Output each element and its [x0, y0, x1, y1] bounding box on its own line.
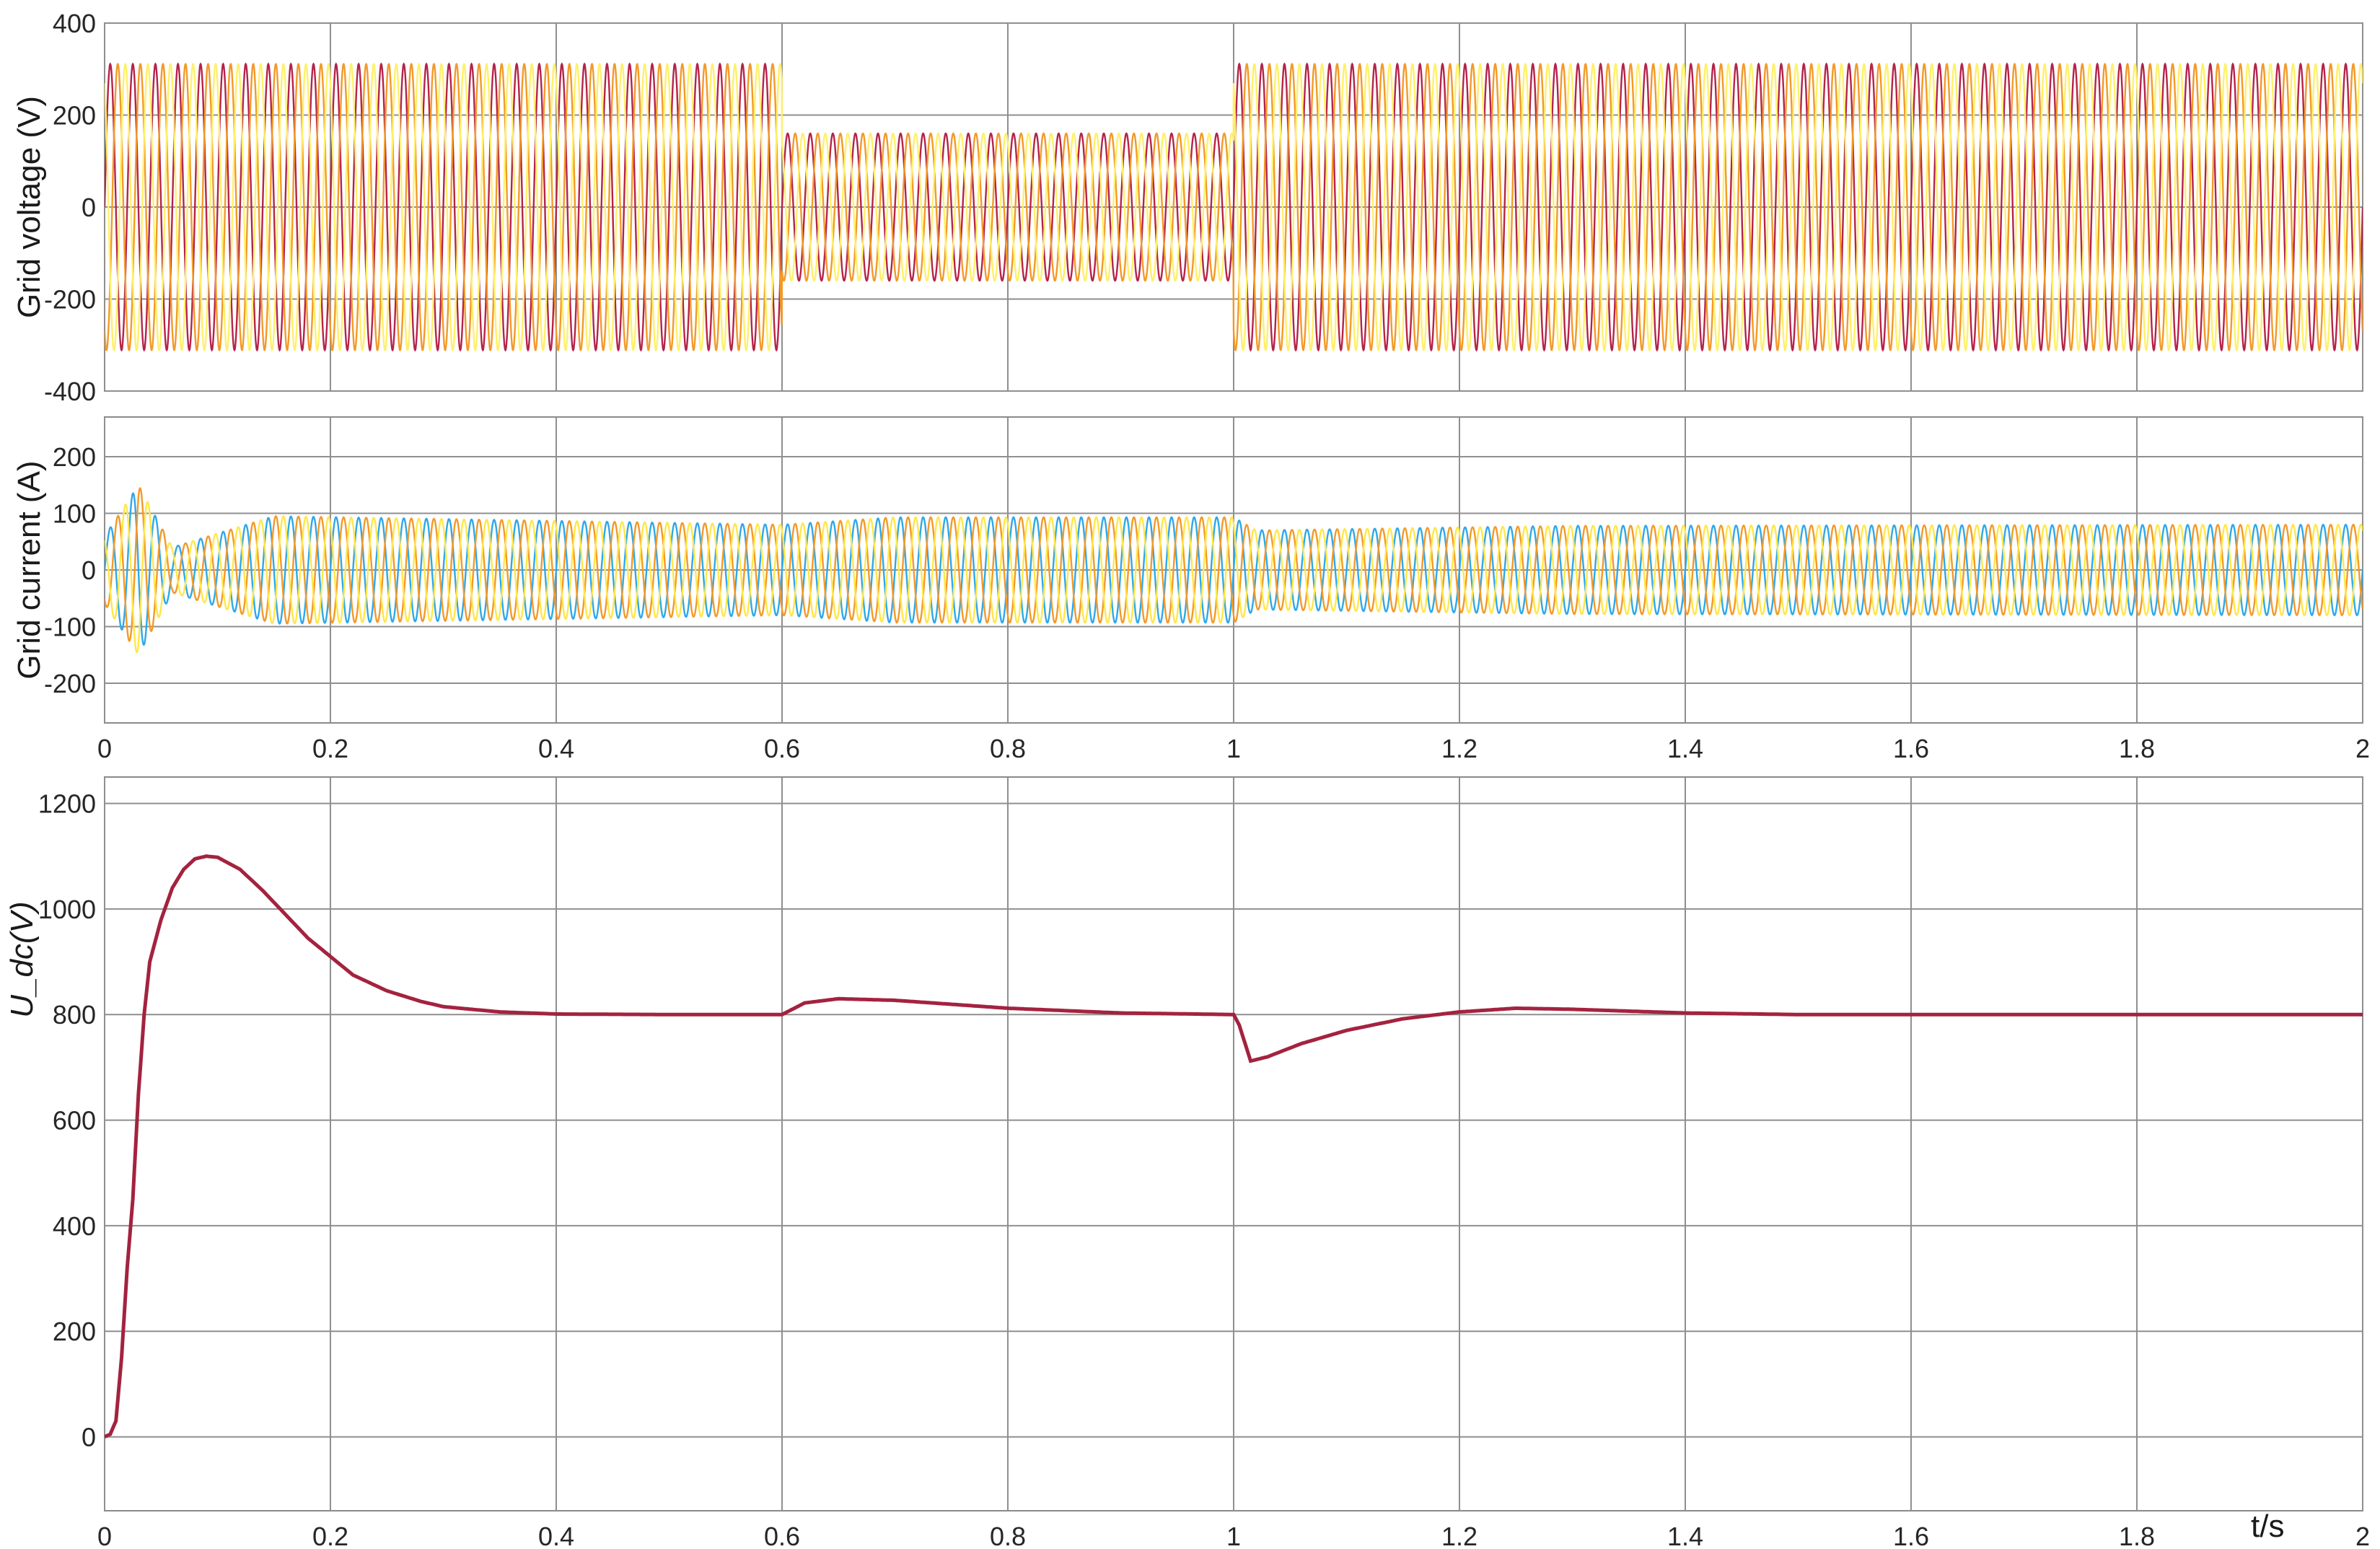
current-x-tick-label: 0.2	[312, 734, 348, 763]
current-y-tick-label: -100	[44, 613, 96, 642]
current-y-tick-label: 200	[53, 442, 96, 472]
current-x-tick-label: 0.4	[538, 734, 574, 763]
voltage-y-ticks: 400 200 0 -200 -400	[44, 9, 96, 406]
dc-voltage-y-tick-label: 600	[53, 1106, 96, 1136]
dc-voltage-x-tick-label: 1	[1226, 1522, 1241, 1549]
dc-voltage-y-tick-label: 800	[53, 1000, 96, 1030]
current-x-tick-label: 1.2	[1441, 734, 1477, 763]
current-x-tick-label: 1	[1226, 734, 1241, 763]
voltage-y-tick-label: 400	[53, 9, 96, 38]
dc-voltage-x-tick-label: 1.4	[1667, 1522, 1703, 1549]
current-x-tick-label: 1.6	[1893, 734, 1929, 763]
current-x-tick-label: 1.8	[2119, 734, 2155, 763]
voltage-y-tick-label: -400	[44, 377, 96, 406]
current-y-ticks: 200 100 0 -100 -200	[44, 442, 96, 698]
dc-voltage-y-tick-label: 200	[53, 1317, 96, 1346]
current-y-axis-label: Grid current (A)	[12, 460, 47, 679]
current-y-tick-label: -200	[44, 669, 96, 698]
dc-voltage-x-tick-label: 0.4	[538, 1522, 574, 1549]
current-panel: 200 100 0 -100 -200 0 0.2 0.4 0.6 0.8 1 1.2 1.4 1.6 1…	[12, 416, 2370, 763]
dc-voltage-x-tick-label: 2	[2355, 1522, 2370, 1549]
current-x-tick-label: 1.4	[1667, 734, 1703, 763]
dc-voltage-y-tick-label: 0	[82, 1423, 96, 1452]
dc-voltage-x-tick-label: 1.8	[2119, 1522, 2155, 1549]
current-y-tick-label: 100	[53, 499, 96, 528]
dc-voltage-y-axis-label: U_dc(V)	[4, 901, 40, 1017]
dc-voltage-x-tick-label: 0.6	[764, 1522, 800, 1549]
voltage-panel: 400 200 0 -200 -400 Grid voltage (V)	[12, 9, 2363, 406]
dc-voltage-x-ticks: 0 0.2 0.4 0.6 0.8 1 1.2 1.4 1.6 1.8 2	[97, 1522, 2370, 1549]
dc-voltage-y-ticks: 1200 1000 800 600 400 200 0	[38, 789, 96, 1452]
voltage-y-tick-label: 200	[53, 101, 96, 131]
voltage-y-axis-label: Grid voltage (V)	[12, 96, 47, 318]
current-x-tick-label: 0	[97, 734, 112, 763]
figure: 4002000-200-400 Grid voltage (V) 2001000…	[4, 9, 2370, 1549]
dc-voltage-x-axis-label: t/s	[2251, 1509, 2284, 1544]
current-y-tick-label: 0	[82, 556, 96, 585]
dc-voltage-x-tick-label: 0.8	[990, 1522, 1026, 1549]
dc-voltage-x-tick-label: 0.2	[312, 1522, 348, 1549]
current-x-tick-label: 0.8	[990, 734, 1026, 763]
dc-voltage-y-tick-label: 1200	[38, 789, 96, 819]
current-x-tick-label: 2	[2355, 734, 2370, 763]
current-x-ticks: 0 0.2 0.4 0.6 0.8 1 1.2 1.4 1.6 1.8 2	[97, 734, 2370, 763]
dc-voltage-x-tick-label: 1.6	[1893, 1522, 1929, 1549]
dc-voltage-y-tick-label: 400	[53, 1211, 96, 1241]
voltage-y-tick-label: -200	[44, 285, 96, 315]
current-x-tick-label: 0.6	[764, 734, 800, 763]
dc-voltage-x-tick-label: 0	[97, 1522, 112, 1549]
dc-voltage-x-tick-label: 1.2	[1441, 1522, 1477, 1549]
dc-voltage-panel: 1200 1000 800 600 400 200 0 0 0.2 0.4 0.6 0.8 1 1.2 1…	[4, 776, 2370, 1549]
voltage-y-tick-label: 0	[82, 193, 96, 222]
dc-voltage-y-tick-label: 1000	[38, 895, 96, 924]
